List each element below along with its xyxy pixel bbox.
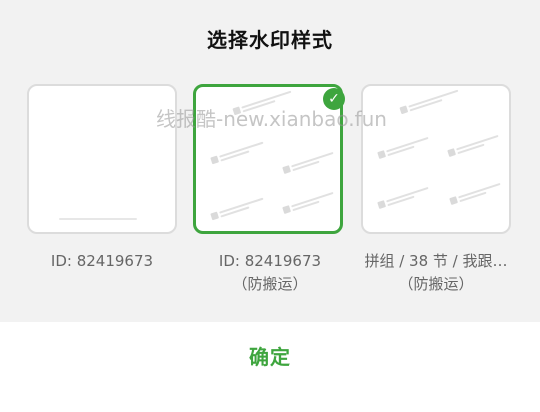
dialog-title: 选择水印样式 <box>207 28 333 52</box>
option-caption-2: ID: 82419673 （防搬运） <box>185 250 355 296</box>
option-caption-text: 拼组 / 38 节 / 我跟… <box>364 252 508 270</box>
watermark-preview-mark <box>449 182 502 206</box>
option-caption-note: （防搬运） <box>398 275 474 293</box>
watermark-preview-mark <box>282 151 335 175</box>
watermark-preview-mark <box>377 136 430 160</box>
option-caption-1: ID: 82419673 <box>17 250 187 273</box>
watermark-preview-mark <box>210 197 264 221</box>
watermark-option-1[interactable] <box>27 84 177 234</box>
bottom-sheet-body: 选择水印样式 ✓ ID: 82419673 ID: 82419673 （防搬运）… <box>0 0 540 322</box>
watermark-preview-mark <box>399 89 459 115</box>
watermark-preview-mark <box>59 218 137 220</box>
overlay-watermark: 线报酷-new.xianbao.fun <box>156 107 387 131</box>
option-caption-note: （防搬运） <box>232 275 308 293</box>
confirm-button[interactable]: 确定 <box>170 332 370 378</box>
watermark-preview-mark <box>210 141 264 165</box>
option-caption-id: ID: 82419673 <box>218 252 322 270</box>
watermark-preview-mark <box>447 134 500 158</box>
watermark-preview-mark <box>377 186 430 210</box>
option-caption-3: 拼组 / 38 节 / 我跟… （防搬运） <box>351 250 521 296</box>
option-caption-id: ID: 82419673 <box>50 252 154 270</box>
watermark-preview-mark <box>282 191 335 215</box>
